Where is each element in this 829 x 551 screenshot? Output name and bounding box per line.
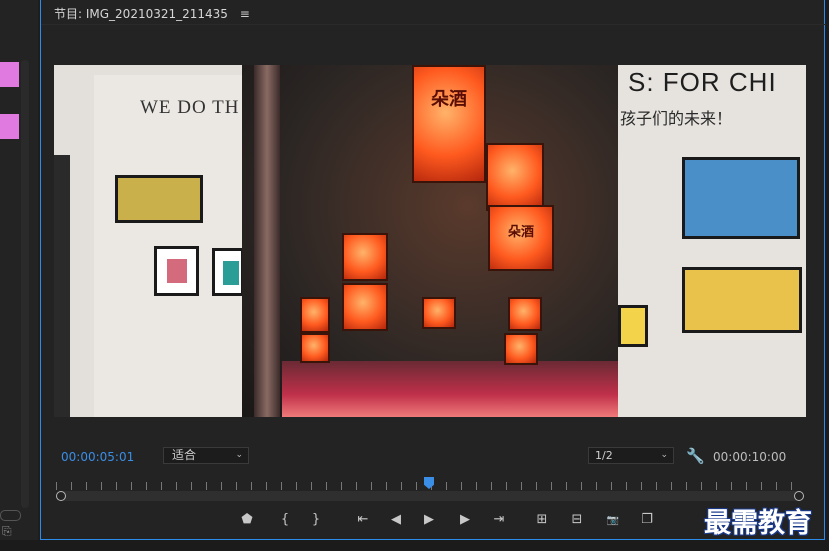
clip-label-swatch[interactable] — [0, 62, 19, 87]
lantern — [342, 233, 388, 281]
step-forward-button[interactable]: ▶ — [454, 510, 476, 530]
picture-frame — [115, 175, 203, 223]
step-forward-icon: ▶ — [460, 512, 470, 527]
neon-glow — [282, 361, 618, 417]
lantern: 朵酒 — [488, 205, 554, 271]
picture-frame — [154, 246, 199, 296]
resolution-value: 1/2 — [595, 449, 613, 462]
go-to-out-icon: ⇥ — [493, 512, 505, 527]
play-icon: ▶ — [424, 512, 434, 527]
zoom-level-select[interactable]: 适合 ⌄ — [163, 447, 249, 464]
mark-out-icon: } — [311, 512, 321, 527]
comparison-view-button[interactable]: ❐ — [636, 510, 658, 530]
lantern — [508, 297, 542, 331]
photo-lanterns-section: 朵酒 朵酒 — [242, 65, 618, 417]
lantern — [300, 297, 330, 333]
playhead-timecode[interactable]: 00:00:05:01 — [61, 450, 134, 464]
wall-lettering: S: FOR CHI — [628, 67, 777, 97]
tab-title: 节目: IMG_20210321_211435 — [54, 7, 228, 21]
dark-door — [54, 155, 70, 417]
chevron-down-icon: ⌄ — [660, 450, 668, 460]
go-to-in-button[interactable]: ⇤ — [352, 510, 374, 530]
time-ruler[interactable] — [56, 474, 804, 490]
scrollbar-end-handle[interactable] — [794, 491, 804, 501]
picture-frame — [682, 157, 800, 239]
photo-right-section: S: FOR CHI 孩子们的未来！ — [618, 65, 806, 417]
metal-pole — [254, 65, 280, 417]
lantern — [486, 143, 544, 211]
picture-frame — [682, 267, 802, 333]
new-item-icon[interactable]: ⎘ — [2, 524, 12, 539]
watermark-logo: 最需教育 — [704, 508, 812, 539]
picture-frame — [212, 248, 244, 296]
lantern — [300, 333, 330, 363]
lantern: 朵酒 — [412, 65, 486, 183]
tab-divider — [41, 24, 826, 25]
lantern-text: 朵酒 — [507, 225, 534, 240]
step-back-button[interactable]: ◀ — [385, 510, 407, 530]
zoom-scrollbar[interactable] — [56, 491, 804, 501]
program-monitor-tab[interactable]: 节目: IMG_20210321_211435 ≡ — [54, 5, 250, 22]
zoom-level-value: 适合 — [172, 448, 197, 462]
lantern-text: 朵酒 — [431, 89, 467, 110]
go-to-out-button[interactable]: ⇥ — [488, 510, 510, 530]
playback-resolution-select[interactable]: 1/2 ⌄ — [588, 447, 674, 464]
photo-left-section: WE DO TH — [54, 65, 244, 417]
chevron-down-icon: ⌄ — [235, 450, 243, 460]
lift-button[interactable]: ⊞ — [531, 510, 553, 530]
horizontal-scrollbar[interactable] — [0, 510, 21, 521]
mark-in-button[interactable]: { — [274, 510, 296, 530]
lantern — [504, 333, 538, 365]
video-preview[interactable]: WE DO TH 朵酒 朵酒 S: FOR CHI 孩子们的未来！ — [54, 65, 806, 417]
play-button[interactable]: ▶ — [418, 510, 440, 530]
marker-icon: ⬟ — [241, 512, 253, 527]
camera-icon: 📷 — [606, 515, 620, 526]
scrollbar-start-handle[interactable] — [56, 491, 66, 501]
export-frame-button[interactable]: 📷 — [602, 510, 624, 530]
project-panel-edge: ⎘ — [0, 0, 38, 551]
hamburger-menu-icon[interactable]: ≡ — [240, 7, 250, 21]
clip-label-swatch[interactable] — [0, 114, 19, 139]
status-strip — [0, 540, 829, 551]
mark-out-button[interactable]: } — [305, 510, 327, 530]
add-marker-button[interactable]: ⬟ — [236, 510, 258, 530]
picture-frame — [618, 305, 648, 347]
comparison-icon: ❐ — [641, 512, 653, 527]
duration-timecode: 00:00:10:00 — [713, 450, 787, 464]
go-to-in-icon: ⇤ — [357, 512, 369, 527]
lantern — [422, 297, 456, 329]
step-back-icon: ◀ — [391, 512, 401, 527]
mark-in-icon: { — [280, 512, 290, 527]
extract-icon: ⊟ — [571, 512, 583, 527]
wall-lettering: WE DO TH — [140, 97, 240, 118]
vertical-scrollbar[interactable] — [21, 60, 29, 508]
lift-icon: ⊞ — [536, 512, 548, 527]
lantern — [342, 283, 388, 331]
extract-button[interactable]: ⊟ — [566, 510, 588, 530]
settings-wrench-icon[interactable]: 🔧 — [686, 447, 705, 465]
wall-lettering: 孩子们的未来！ — [620, 109, 733, 128]
